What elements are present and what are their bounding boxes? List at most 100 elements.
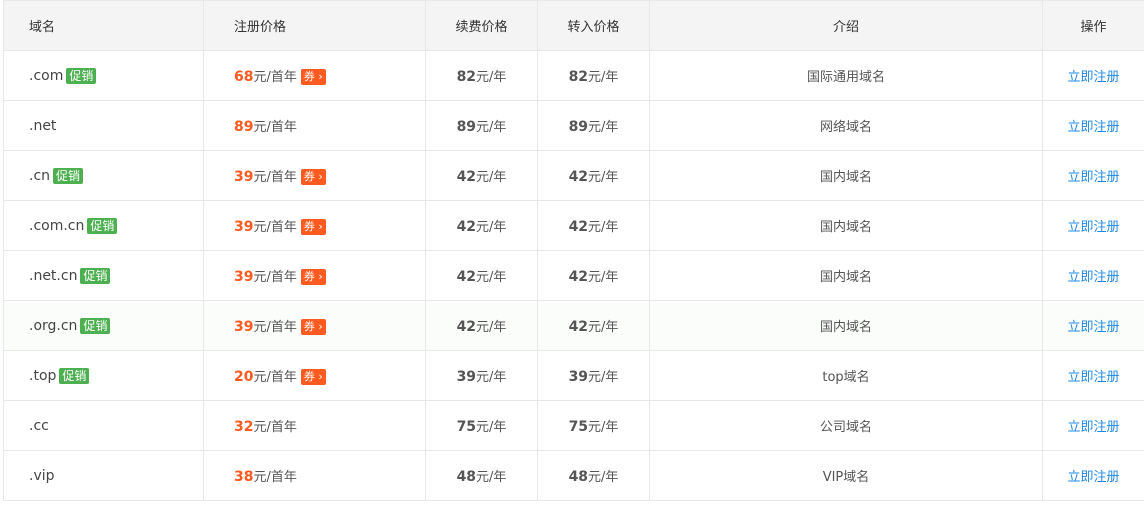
register-now-link[interactable]: 立即注册 bbox=[1067, 120, 1119, 135]
transfer-price: 82 bbox=[568, 69, 589, 85]
transfer-price-cell: 39元/年 bbox=[537, 350, 650, 401]
table-header-row: 域名 注册价格 续费价格 转入价格 介绍 操作 bbox=[3, 0, 1144, 51]
domain-cell: .cc bbox=[3, 400, 204, 451]
table-row: .com 促销 68元/首年券 › 82元/年 82元/年 国际通用域名 立即注册 bbox=[3, 50, 1144, 101]
coupon-badge[interactable]: 券 › bbox=[300, 319, 326, 336]
transfer-price-cell: 42元/年 bbox=[537, 200, 650, 251]
register-now-link[interactable]: 立即注册 bbox=[1067, 320, 1119, 335]
renew-price-cell: 42元/年 bbox=[425, 250, 538, 301]
domain-cell: .net bbox=[3, 100, 204, 151]
register-price-cell: 68元/首年券 › bbox=[203, 50, 426, 101]
action-cell: 立即注册 bbox=[1042, 100, 1144, 151]
promo-badge: 促销 bbox=[80, 267, 111, 284]
register-now-link[interactable]: 立即注册 bbox=[1067, 220, 1119, 235]
header-renew-price: 续费价格 bbox=[425, 0, 538, 51]
renew-price-cell: 39元/年 bbox=[425, 350, 538, 401]
description-cell: 国内域名 bbox=[649, 250, 1043, 301]
renew-price-cell: 42元/年 bbox=[425, 300, 538, 351]
transfer-price-cell: 42元/年 bbox=[537, 150, 650, 201]
register-now-link[interactable]: 立即注册 bbox=[1067, 70, 1119, 85]
renew-price: 42 bbox=[456, 169, 477, 185]
renew-price-cell: 42元/年 bbox=[425, 150, 538, 201]
register-price: 39 bbox=[234, 218, 254, 235]
renew-price-unit: 元/年 bbox=[476, 370, 507, 385]
action-cell: 立即注册 bbox=[1042, 450, 1144, 501]
domain-name: .net bbox=[29, 117, 57, 134]
action-cell: 立即注册 bbox=[1042, 350, 1144, 401]
table-row: .net 89元/首年 89元/年 89元/年 网络域名 立即注册 bbox=[3, 100, 1144, 151]
register-price-cell: 39元/首年券 › bbox=[203, 150, 426, 201]
renew-price-unit: 元/年 bbox=[476, 170, 507, 185]
table-row: .top 促销 20元/首年券 › 39元/年 39元/年 top域名 立即注册 bbox=[3, 350, 1144, 401]
renew-price: 42 bbox=[456, 269, 477, 285]
coupon-badge[interactable]: 券 › bbox=[300, 269, 326, 286]
register-price-unit: 元/首年 bbox=[253, 269, 297, 285]
table-row: .cc 32元/首年 75元/年 75元/年 公司域名 立即注册 bbox=[3, 400, 1144, 451]
register-price-cell: 38元/首年 bbox=[203, 450, 426, 501]
register-price-unit: 元/首年 bbox=[253, 219, 297, 235]
action-cell: 立即注册 bbox=[1042, 200, 1144, 251]
register-now-link[interactable]: 立即注册 bbox=[1067, 470, 1119, 485]
coupon-badge[interactable]: 券 › bbox=[300, 169, 326, 186]
register-price: 89 bbox=[234, 119, 254, 135]
domain-cell: .vip bbox=[3, 450, 204, 501]
action-cell: 立即注册 bbox=[1042, 150, 1144, 201]
coupon-badge[interactable]: 券 › bbox=[300, 69, 326, 86]
description-cell: 国际通用域名 bbox=[649, 50, 1043, 101]
register-price-unit: 元/首年 bbox=[253, 169, 297, 185]
coupon-badge[interactable]: 券 › bbox=[300, 219, 326, 236]
register-price-cell: 39元/首年券 › bbox=[203, 250, 426, 301]
transfer-price: 42 bbox=[568, 269, 589, 285]
header-description: 介绍 bbox=[649, 0, 1043, 51]
header-action: 操作 bbox=[1042, 0, 1144, 51]
register-now-link[interactable]: 立即注册 bbox=[1067, 420, 1119, 435]
register-now-link[interactable]: 立即注册 bbox=[1067, 270, 1119, 285]
register-price: 20 bbox=[234, 368, 254, 385]
coupon-badge[interactable]: 券 › bbox=[300, 369, 326, 386]
renew-price-unit: 元/年 bbox=[476, 320, 507, 335]
description-cell: 国内域名 bbox=[649, 150, 1043, 201]
promo-badge: 促销 bbox=[87, 217, 118, 234]
renew-price-cell: 75元/年 bbox=[425, 400, 538, 451]
description-cell: top域名 bbox=[649, 350, 1043, 401]
domain-name: .cn bbox=[29, 167, 51, 184]
transfer-price-unit: 元/年 bbox=[588, 120, 619, 135]
domain-name: .org.cn bbox=[29, 317, 78, 334]
action-cell: 立即注册 bbox=[1042, 300, 1144, 351]
transfer-price-cell: 48元/年 bbox=[537, 450, 650, 501]
register-price: 38 bbox=[234, 469, 254, 485]
transfer-price: 42 bbox=[568, 319, 589, 335]
table-row: .org.cn 促销 39元/首年券 › 42元/年 42元/年 国内域名 立即注册 bbox=[3, 300, 1144, 351]
renew-price-unit: 元/年 bbox=[476, 120, 507, 135]
transfer-price: 75 bbox=[568, 419, 589, 435]
renew-price: 48 bbox=[456, 469, 477, 485]
description-cell: 国内域名 bbox=[649, 200, 1043, 251]
renew-price: 75 bbox=[456, 419, 477, 435]
transfer-price-unit: 元/年 bbox=[588, 320, 619, 335]
register-price-cell: 89元/首年 bbox=[203, 100, 426, 151]
action-cell: 立即注册 bbox=[1042, 50, 1144, 101]
header-register-price: 注册价格 bbox=[203, 0, 426, 51]
register-price-unit: 元/首年 bbox=[253, 69, 297, 85]
renew-price-cell: 48元/年 bbox=[425, 450, 538, 501]
table-row: .net.cn 促销 39元/首年券 › 42元/年 42元/年 国内域名 立即注册 bbox=[3, 250, 1144, 301]
domain-name: .net.cn bbox=[29, 267, 78, 284]
transfer-price-unit: 元/年 bbox=[588, 170, 619, 185]
transfer-price-unit: 元/年 bbox=[588, 70, 619, 85]
domain-cell: .org.cn 促销 bbox=[3, 300, 204, 351]
description-cell: VIP域名 bbox=[649, 450, 1043, 501]
table-row: .com.cn 促销 39元/首年券 › 42元/年 42元/年 国内域名 立即注册 bbox=[3, 200, 1144, 251]
transfer-price-cell: 82元/年 bbox=[537, 50, 650, 101]
register-now-link[interactable]: 立即注册 bbox=[1067, 370, 1119, 385]
register-price-unit: 元/首年 bbox=[253, 120, 297, 135]
transfer-price-cell: 89元/年 bbox=[537, 100, 650, 151]
description-cell: 公司域名 bbox=[649, 400, 1043, 451]
renew-price-unit: 元/年 bbox=[476, 420, 507, 435]
action-cell: 立即注册 bbox=[1042, 400, 1144, 451]
register-price-cell: 39元/首年券 › bbox=[203, 300, 426, 351]
promo-badge: 促销 bbox=[66, 67, 97, 84]
domain-price-table: 域名 注册价格 续费价格 转入价格 介绍 操作 .com 促销 68元/首年券 › 8… bbox=[3, 0, 1144, 501]
renew-price-unit: 元/年 bbox=[476, 470, 507, 485]
register-now-link[interactable]: 立即注册 bbox=[1067, 170, 1119, 185]
transfer-price-cell: 42元/年 bbox=[537, 300, 650, 351]
